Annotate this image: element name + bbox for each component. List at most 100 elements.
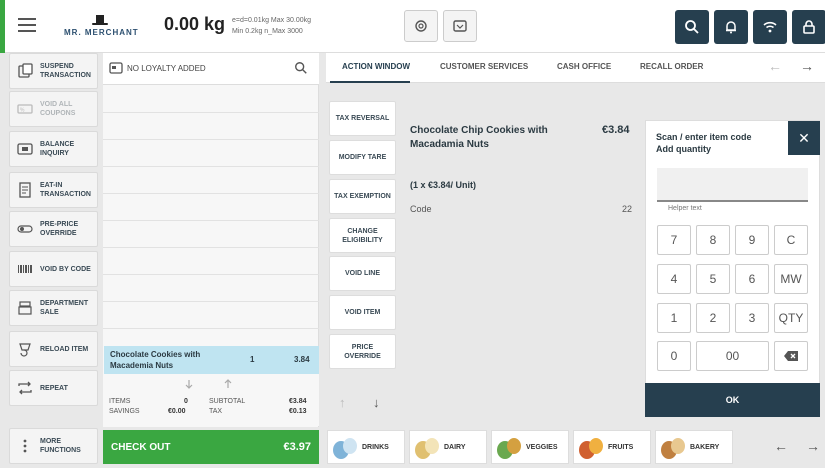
left-menu-more-functions-button[interactable]: MORE FUNCTIONS bbox=[9, 428, 98, 464]
veggies-image bbox=[497, 438, 521, 459]
key-2[interactable]: 2 bbox=[696, 303, 730, 333]
left-menu-repeat-button[interactable]: REPEAT bbox=[9, 370, 98, 406]
row-divider bbox=[103, 247, 319, 248]
tabs-next-icon[interactable]: → bbox=[800, 58, 814, 74]
ok-button[interactable]: OK bbox=[645, 383, 820, 417]
action-tax-exemption-button[interactable]: TAX EXEMPTION bbox=[329, 179, 396, 214]
category-drinks-button[interactable]: DRINKS bbox=[327, 430, 405, 464]
arrow-up-icon[interactable] bbox=[223, 379, 233, 389]
bell-icon bbox=[726, 21, 736, 34]
key-7[interactable]: 7 bbox=[657, 225, 691, 255]
barcode-icon bbox=[18, 265, 32, 273]
savings-label: SAVINGS bbox=[109, 408, 140, 415]
key-00[interactable]: 00 bbox=[696, 341, 769, 371]
detail-code-value: 22 bbox=[622, 204, 633, 214]
left-menu-department-sale-button[interactable]: DEPARTMENT SALE bbox=[9, 290, 98, 326]
action-price-override-button[interactable]: PRICE OVERRIDE bbox=[329, 334, 396, 369]
category-dairy-button[interactable]: DAIRY bbox=[409, 430, 487, 464]
key-4[interactable]: 4 bbox=[657, 264, 691, 294]
categories-prev-icon[interactable]: ← bbox=[774, 438, 788, 454]
more-icon bbox=[23, 439, 27, 453]
left-menu-label: DEPARTMENT SALE bbox=[40, 300, 89, 316]
left-menu-label: VOID ALL COUPONS bbox=[40, 101, 76, 117]
subtotal-value: €3.84 bbox=[289, 398, 307, 405]
key-c[interactable]: C bbox=[774, 225, 808, 255]
left-menu-balance-inquiry-button[interactable]: BALANCE INQUIRY bbox=[9, 131, 98, 167]
checkout-total: €3.97 bbox=[283, 441, 311, 453]
card-icon bbox=[17, 143, 33, 155]
key-9[interactable]: 9 bbox=[735, 225, 769, 255]
tab-customer-services[interactable]: CUSTOMER SERVICES bbox=[440, 62, 528, 71]
categories-next-icon[interactable]: → bbox=[806, 438, 820, 454]
tab-action-window[interactable]: ACTION WINDOW bbox=[342, 62, 410, 71]
detail-code-label: Code bbox=[410, 204, 432, 214]
key-mw[interactable]: MW bbox=[774, 264, 808, 294]
key-1[interactable]: 1 bbox=[657, 303, 691, 333]
scale-info-line: e=d=0.01kg Max 30.00kg bbox=[232, 17, 312, 24]
tabs-prev-icon[interactable]: ← bbox=[768, 58, 782, 74]
backspace-button[interactable] bbox=[774, 341, 808, 371]
tax-value: €0.13 bbox=[289, 408, 307, 415]
network-button[interactable] bbox=[753, 10, 787, 44]
key-0[interactable]: 0 bbox=[657, 341, 691, 371]
search-icon bbox=[685, 20, 699, 34]
scale-tare-button[interactable] bbox=[443, 10, 477, 42]
search-button[interactable] bbox=[675, 10, 709, 44]
scale-settings-button[interactable] bbox=[404, 10, 438, 42]
row-divider bbox=[103, 301, 319, 302]
category-bakery-button[interactable]: BAKERY bbox=[655, 430, 733, 464]
keypad-title: Scan / enter item code bbox=[656, 132, 752, 142]
actions-up-icon[interactable]: ↑ bbox=[339, 395, 346, 410]
item-code-input[interactable] bbox=[657, 168, 808, 202]
category-fruits-button[interactable]: FRUITS bbox=[573, 430, 651, 464]
drinks-image bbox=[333, 438, 357, 459]
toggle-icon bbox=[17, 225, 33, 233]
action-void-item-button[interactable]: VOID ITEM bbox=[329, 295, 396, 330]
left-menu-void-by-code-button[interactable]: VOID BY CODE bbox=[9, 251, 98, 287]
key-8[interactable]: 8 bbox=[696, 225, 730, 255]
register-icon bbox=[18, 301, 32, 315]
row-divider bbox=[103, 193, 319, 194]
close-icon: ✕ bbox=[798, 129, 810, 146]
left-menu-label: BALANCE INQUIRY bbox=[40, 141, 75, 157]
logo-text: MR. MERCHANT bbox=[64, 28, 139, 37]
category-veggies-button[interactable]: VEGGIES bbox=[491, 430, 569, 464]
left-menu-eat-in-transaction-button[interactable]: EAT-IN TRANSACTION bbox=[9, 172, 98, 208]
action-tax-reversal-button[interactable]: TAX REVERSAL bbox=[329, 101, 396, 136]
action-change-eligibility-button[interactable]: CHANGE ELIGIBILITY bbox=[329, 218, 396, 253]
scale-weight: 0.00 kg bbox=[164, 14, 226, 34]
helper-text: Helper text bbox=[668, 205, 702, 212]
search-icon[interactable] bbox=[294, 61, 308, 75]
hamburger-menu-icon[interactable] bbox=[16, 14, 38, 36]
tab-cash-office[interactable]: CASH OFFICE bbox=[557, 62, 611, 71]
lock-button[interactable] bbox=[792, 10, 825, 44]
actions-down-icon[interactable]: ↓ bbox=[373, 395, 380, 410]
action-void-line-button[interactable]: VOID LINE bbox=[329, 256, 396, 291]
key-qty[interactable]: QTY bbox=[774, 303, 808, 333]
left-menu-label: PRE-PRICE OVERRIDE bbox=[40, 221, 79, 237]
close-keypad-button[interactable]: ✕ bbox=[788, 121, 820, 155]
left-menu-reload-item-button[interactable]: RELOAD ITEM bbox=[9, 331, 98, 367]
key-3[interactable]: 3 bbox=[735, 303, 769, 333]
basket-item-selected[interactable]: Chocolate Cookies with Macademia Nuts 1 … bbox=[104, 346, 319, 374]
notifications-button[interactable] bbox=[714, 10, 748, 44]
wifi-icon bbox=[763, 21, 777, 33]
loyalty-bar[interactable]: NO LOYALTY ADDED bbox=[103, 53, 319, 85]
checkout-button[interactable]: CHECK OUT €3.97 bbox=[103, 430, 319, 464]
left-menu-void-all-coupons-button[interactable]: % VOID ALL COUPONS bbox=[9, 91, 98, 127]
key-6[interactable]: 6 bbox=[735, 264, 769, 294]
loyalty-status: NO LOYALTY ADDED bbox=[127, 64, 206, 73]
bakery-image bbox=[661, 438, 685, 459]
left-menu-label: MORE FUNCTIONS bbox=[40, 438, 81, 454]
arrow-down-icon[interactable] bbox=[184, 379, 194, 389]
checkout-label: CHECK OUT bbox=[111, 441, 171, 453]
left-menu-suspend-transaction-button[interactable]: SUSPEND TRANSACTION bbox=[9, 53, 98, 89]
action-modify-tare-button[interactable]: MODIFY TARE bbox=[329, 140, 396, 175]
key-5[interactable]: 5 bbox=[696, 264, 730, 294]
detail-item-price: €3.84 bbox=[602, 124, 630, 136]
row-divider bbox=[103, 112, 319, 113]
left-menu-pre-price-override-button[interactable]: PRE-PRICE OVERRIDE bbox=[9, 211, 98, 247]
receipt-icon bbox=[19, 182, 31, 198]
row-divider bbox=[103, 274, 319, 275]
tab-recall-order[interactable]: RECALL ORDER bbox=[640, 62, 703, 71]
